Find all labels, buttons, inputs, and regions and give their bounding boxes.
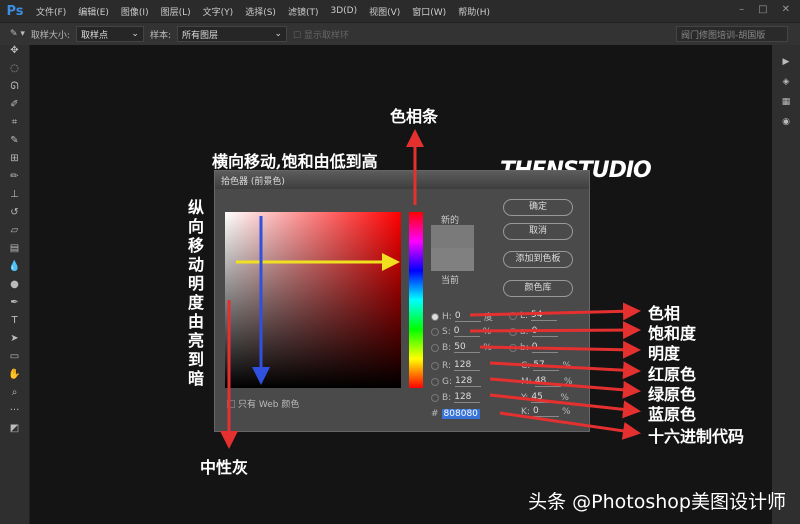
vertical-annotation: 纵向移动明度由亮到暗: [188, 198, 205, 388]
horizontal-annotation: 横向移动,饱和由低到高: [212, 152, 378, 171]
blue-channel-arrow: [489, 393, 641, 419]
brightness-arrow: [479, 340, 641, 359]
red-arrow: [489, 361, 641, 380]
watermark: 头条 @Photoshop美图设计师: [528, 491, 786, 513]
neutral-gray-annotation: 中性灰: [200, 458, 249, 477]
hue-bar-annotation: 色相条: [390, 107, 439, 126]
saturation-arrow: [469, 321, 641, 340]
blue-annotation: 蓝原色: [648, 405, 697, 424]
hue-arrow: [469, 302, 641, 321]
green-arrow: [489, 377, 641, 399]
hex-arrow: [499, 411, 641, 440]
hex-annotation: 十六进制代码: [648, 427, 745, 446]
